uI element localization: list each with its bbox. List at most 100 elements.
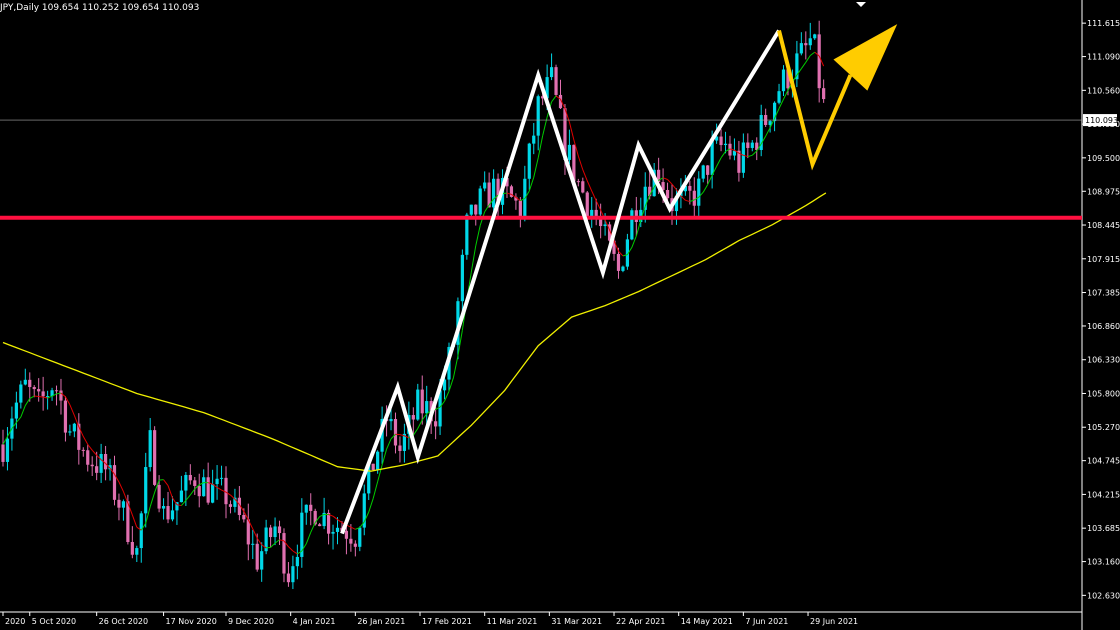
fast-ma-segment: [38, 395, 44, 398]
candle-bear: [188, 474, 192, 481]
candle-bear: [420, 389, 424, 414]
candle-bull: [425, 401, 429, 414]
candle-bear: [344, 530, 349, 539]
candle-bear: [63, 400, 68, 433]
time-tick-label: 5 Oct 2020: [32, 617, 76, 626]
candle-bear: [28, 379, 32, 388]
candle-bull: [590, 209, 594, 217]
candle-bear: [242, 514, 246, 520]
fast-ma-segment: [716, 157, 722, 167]
fast-ma-segment: [805, 55, 811, 63]
fast-ma-segment: [82, 436, 89, 445]
candle-bull: [603, 224, 607, 227]
candle-bear: [349, 538, 353, 544]
candlestick-chart[interactable]: 111.615111.090110.560110.030109.500108.9…: [0, 0, 1120, 630]
fast-ma-segment: [288, 546, 294, 552]
candle-bull: [251, 543, 255, 545]
fast-ma-segment: [551, 95, 557, 103]
candle-bear: [166, 506, 170, 520]
fast-ma-segment: [707, 175, 713, 185]
fast-ma-segment: [765, 127, 771, 137]
candle-bull: [567, 144, 572, 160]
candle-bull: [335, 527, 340, 532]
candle-bear: [371, 463, 375, 471]
fast-ma-segment: [20, 405, 26, 418]
candle-bull: [5, 438, 10, 462]
fast-ma-segment: [305, 532, 312, 544]
fast-ma-segment: [24, 398, 31, 406]
candle-bear: [90, 464, 94, 467]
candle-bull: [202, 477, 206, 497]
time-tick-label: 26 Jan 2021: [357, 617, 405, 626]
candle-bear: [719, 136, 723, 146]
candle-bull: [99, 453, 103, 473]
fast-ma-segment: [671, 183, 677, 190]
fast-ma-segment: [809, 51, 816, 56]
fast-ma-segment: [252, 528, 258, 539]
fast-ma-segment: [452, 355, 459, 378]
projection-path-line[interactable]: [777, 30, 853, 171]
candle-bear: [411, 415, 415, 420]
candle-bear: [157, 484, 161, 509]
fast-ma-segment: [29, 395, 35, 400]
candle-bull: [179, 490, 183, 503]
candle-bear: [54, 390, 59, 392]
candle-bear: [518, 200, 522, 218]
candle-bull: [389, 419, 393, 422]
candle-bull: [170, 510, 175, 520]
candle-bear: [599, 219, 603, 227]
candle-bear: [117, 499, 121, 508]
fast-ma-segment: [591, 190, 597, 201]
candle-bull: [161, 506, 166, 509]
candle-bull: [777, 91, 781, 103]
candle-bull: [781, 69, 786, 92]
candle-bull: [527, 143, 531, 179]
price-tick-label: 111.090: [1087, 53, 1120, 62]
candle-bull: [478, 188, 482, 215]
price-tick-label: 107.915: [1087, 255, 1120, 264]
fast-ma-segment: [685, 199, 690, 203]
fast-ma-segment: [595, 200, 602, 211]
fast-ma-segment: [266, 546, 271, 549]
candle-bear: [224, 477, 228, 505]
time-tick-label: 29 Jun 2021: [810, 617, 858, 626]
time-tick-label: 22 Apr 2021: [616, 617, 665, 626]
projection-arrowhead[interactable]: [833, 24, 898, 91]
candle-bull: [549, 67, 554, 78]
candle-bear: [692, 190, 696, 206]
candle-bull: [808, 38, 812, 46]
candle-bear: [393, 419, 398, 446]
candle-bull: [416, 389, 420, 420]
candle-bear: [817, 34, 821, 89]
fast-ma-segment: [91, 449, 98, 456]
price-tick-label: 102.630: [1087, 591, 1120, 600]
candle-bear: [112, 465, 117, 500]
candle-bear: [326, 512, 331, 534]
fast-ma-segment: [43, 396, 48, 399]
fast-ma-segment: [635, 220, 642, 237]
candle-bear: [41, 391, 45, 397]
time-tick-label: 17 Feb 2021: [422, 617, 472, 626]
candle-bull: [291, 566, 295, 583]
candle-bull: [376, 451, 380, 471]
fast-ma-segment: [149, 492, 156, 507]
candle-bear: [282, 533, 286, 574]
price-tick-label: 104.745: [1087, 457, 1120, 466]
fast-ma-segment: [720, 151, 726, 159]
candle-bear: [153, 430, 157, 485]
candle-bull: [483, 182, 487, 189]
chart-shift-marker[interactable]: [856, 2, 866, 7]
candle-bear: [585, 192, 589, 217]
candle-bear: [581, 181, 585, 193]
fast-ma-segment: [582, 169, 588, 181]
candle-bull: [536, 96, 540, 136]
candle-bull: [135, 548, 139, 555]
candle-bear: [554, 67, 558, 95]
candle-bull: [121, 501, 126, 508]
candle-bear: [576, 181, 580, 183]
candle-bear: [59, 390, 63, 401]
price-tick-label: 105.800: [1087, 389, 1120, 398]
time-tick-label: 31 Mar 2021: [551, 617, 602, 626]
fast-ma-segment: [163, 479, 169, 486]
time-tick-label: 17 Nov 2020: [166, 617, 217, 626]
